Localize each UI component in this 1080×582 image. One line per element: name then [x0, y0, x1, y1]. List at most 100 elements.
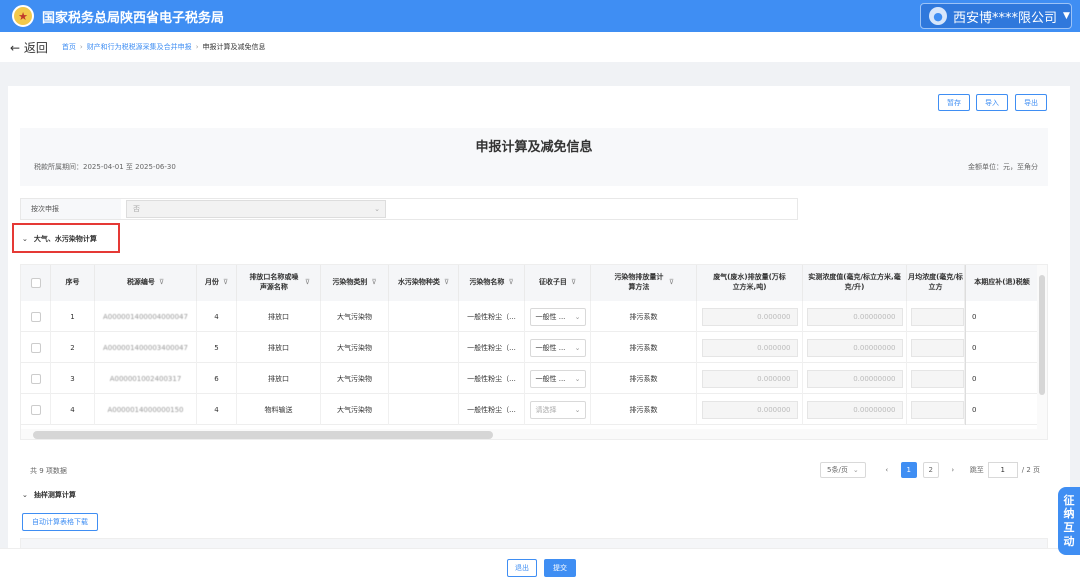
table-cell: 3	[51, 363, 95, 394]
top-bar: ★ 国家税务总局陕西省电子税务局 ● 西安博****限公司 ▼	[0, 0, 1080, 32]
prev-page-button[interactable]: ‹	[879, 462, 895, 478]
readonly-input: 0.00000000	[806, 338, 903, 357]
horizontal-scrollbar[interactable]	[21, 429, 1047, 439]
sub-item-select[interactable]: 一般性 ... ⌄	[529, 307, 586, 326]
main-card: 暂存 导入 导出 申报计算及减免信息 税款所属期间：2025-04-01 至 2…	[8, 86, 1070, 556]
breadcrumb-home[interactable]: 首页	[62, 42, 76, 52]
table-row: 3 A000001002400317 6 排放口 大气污染物 一般性粉尘（... 一般性 .…	[21, 363, 1047, 394]
checkbox[interactable]	[30, 278, 41, 288]
cell-text: 5	[214, 343, 219, 352]
filter-icon[interactable]: ⊽	[223, 278, 228, 288]
cell-text: 0	[972, 405, 977, 414]
section-sampling-header[interactable]: ⌄ 抽样测算计算	[22, 490, 76, 500]
total-count: 共 9 项数据	[30, 467, 67, 475]
save-draft-button[interactable]: 暂存	[938, 94, 970, 111]
nav-row: ← 返回 首页 › 财产和行为税税源采集及合并申报 › 申报计算及减免信息	[0, 32, 1080, 62]
cell-text: 0	[972, 374, 977, 383]
table-cell: 0.000000	[697, 332, 803, 363]
table-cell: 一般性粉尘（...	[459, 332, 525, 363]
table-cell: 0.00000000	[803, 363, 907, 394]
cell-text: 6	[214, 374, 219, 383]
table-cell: 一般性 ... ⌄	[525, 301, 591, 332]
sub-item-value: 一般性 ...	[535, 343, 566, 352]
row-checkbox[interactable]	[30, 311, 41, 322]
vertical-scrollbar[interactable]	[1037, 265, 1047, 429]
table-cell	[907, 332, 965, 363]
pollutant-table: 序号 税源编号 ⊽ 月份 ⊽ 排放口名称或噪声源名称 ⊽ 污染物类别 ⊽ 水污染物种类 ⊽…	[20, 264, 1048, 440]
user-menu[interactable]: ● 西安博****限公司 ▼	[920, 3, 1072, 29]
header-label: 实测浓度值(毫克/标立方米,毫克/升)	[808, 273, 901, 291]
sub-item-select[interactable]: 一般性 ... ⌄	[529, 369, 586, 388]
breadcrumb-separator: ›	[195, 43, 199, 51]
chevron-down-icon: ⌄	[22, 235, 28, 243]
form-header: 申报计算及减免信息 税款所属期间：2025-04-01 至 2025-06-30…	[20, 128, 1048, 186]
chevron-down-icon: ⌄	[852, 466, 859, 474]
table-cell: 2	[51, 332, 95, 363]
submit-button[interactable]: 提交	[544, 559, 576, 577]
page-2-button[interactable]: 2	[922, 462, 939, 478]
sub-item-select[interactable]: 一般性 ... ⌄	[529, 338, 586, 357]
header-select-all[interactable]	[21, 265, 51, 301]
table-cell: A000001400004000047	[95, 301, 197, 332]
auto-calc-download-button[interactable]: 自动计算表格下载	[22, 513, 98, 531]
interaction-side-tab[interactable]: 征 纳 互 动	[1058, 487, 1080, 555]
sub-item-value: 一般性 ...	[535, 374, 566, 383]
cell-text: 大气污染物	[337, 374, 372, 383]
header-label: 排放口名称或噪声源名称	[249, 273, 299, 291]
chevron-down-icon: ⌄	[574, 374, 581, 383]
filter-icon[interactable]: ⊽	[444, 278, 449, 288]
header-concentration: 实测浓度值(毫克/标立方米,毫克/升)	[803, 265, 907, 301]
header-label: 废气(废水)排放量(万标立方米,吨)	[713, 273, 786, 291]
readonly-input: 0.00000000	[806, 400, 903, 419]
header-method: 污染物排放量计算方法 ⊽	[591, 265, 697, 301]
cell-text: A0000014000000150	[107, 405, 184, 414]
header-pollutant-name: 污染物名称 ⊽	[459, 265, 525, 301]
user-avatar-icon: ●	[929, 7, 947, 25]
filter-icon[interactable]: ⊽	[508, 278, 513, 288]
section-air-water-header[interactable]: ⌄ 大气、水污染物计算	[22, 234, 97, 244]
filter-icon[interactable]: ⊽	[371, 278, 376, 288]
chevron-down-icon: ⌄	[574, 343, 581, 352]
header-label: 序号	[65, 278, 80, 287]
page-size-select[interactable]: 5条/页 ⌄	[820, 462, 866, 478]
header-label: 水污染物种类	[397, 278, 440, 287]
goto-page-input[interactable]: 1	[987, 462, 1018, 478]
tax-period: 税款所属期间：2025-04-01 至 2025-06-30	[34, 163, 176, 171]
header-label: 本期应补(退)税额	[974, 278, 1030, 287]
row-checkbox[interactable]	[30, 404, 41, 415]
breadcrumb-tax-source[interactable]: 财产和行为税税源采集及合并申报	[87, 42, 192, 52]
table-cell: 0.00000000	[803, 301, 907, 332]
scroll-thumb[interactable]	[1039, 275, 1045, 395]
sub-item-value: 一般性 ...	[535, 312, 566, 321]
filter-icon[interactable]: ⊽	[159, 278, 164, 288]
cell-text: A000001002400317	[109, 374, 182, 383]
page-total: / 2 页	[1021, 466, 1040, 474]
per-time-select[interactable]: 否 ⌄	[126, 200, 386, 218]
page-1-button[interactable]: 1	[900, 462, 917, 478]
cell-text: 4	[214, 312, 219, 321]
scroll-thumb[interactable]	[33, 431, 493, 439]
filter-icon[interactable]: ⊽	[305, 278, 310, 288]
sub-item-select[interactable]: 请选择 ⌄	[529, 400, 586, 419]
chevron-down-icon: ⌄	[574, 405, 581, 414]
row-checkbox[interactable]	[30, 373, 41, 384]
filter-icon[interactable]: ⊽	[669, 278, 674, 288]
import-button[interactable]: 导入	[976, 94, 1008, 111]
table-cell: 0.000000	[697, 363, 803, 394]
row-checkbox[interactable]	[30, 342, 41, 353]
table-cell: 一般性 ... ⌄	[525, 363, 591, 394]
filter-icon[interactable]: ⊽	[571, 278, 576, 288]
next-page-button[interactable]: ›	[945, 462, 961, 478]
table-cell: 0.00000000	[803, 332, 907, 363]
header-source-id: 税源编号 ⊽	[95, 265, 197, 301]
table-header: 序号 税源编号 ⊽ 月份 ⊽ 排放口名称或噪声源名称 ⊽ 污染物类别 ⊽ 水污染物种类 ⊽…	[21, 265, 1047, 301]
table-cell	[389, 332, 459, 363]
exit-button[interactable]: 退出	[507, 559, 537, 577]
cell-text: 大气污染物	[337, 343, 372, 352]
table-cell: 请选择 ⌄	[525, 394, 591, 425]
header-label: 污染物名称	[469, 278, 505, 287]
header-label: 污染物排放量计算方法	[614, 273, 664, 291]
back-button[interactable]: ← 返回	[10, 39, 48, 56]
cell-text: 大气污染物	[337, 312, 372, 321]
export-button[interactable]: 导出	[1015, 94, 1047, 111]
